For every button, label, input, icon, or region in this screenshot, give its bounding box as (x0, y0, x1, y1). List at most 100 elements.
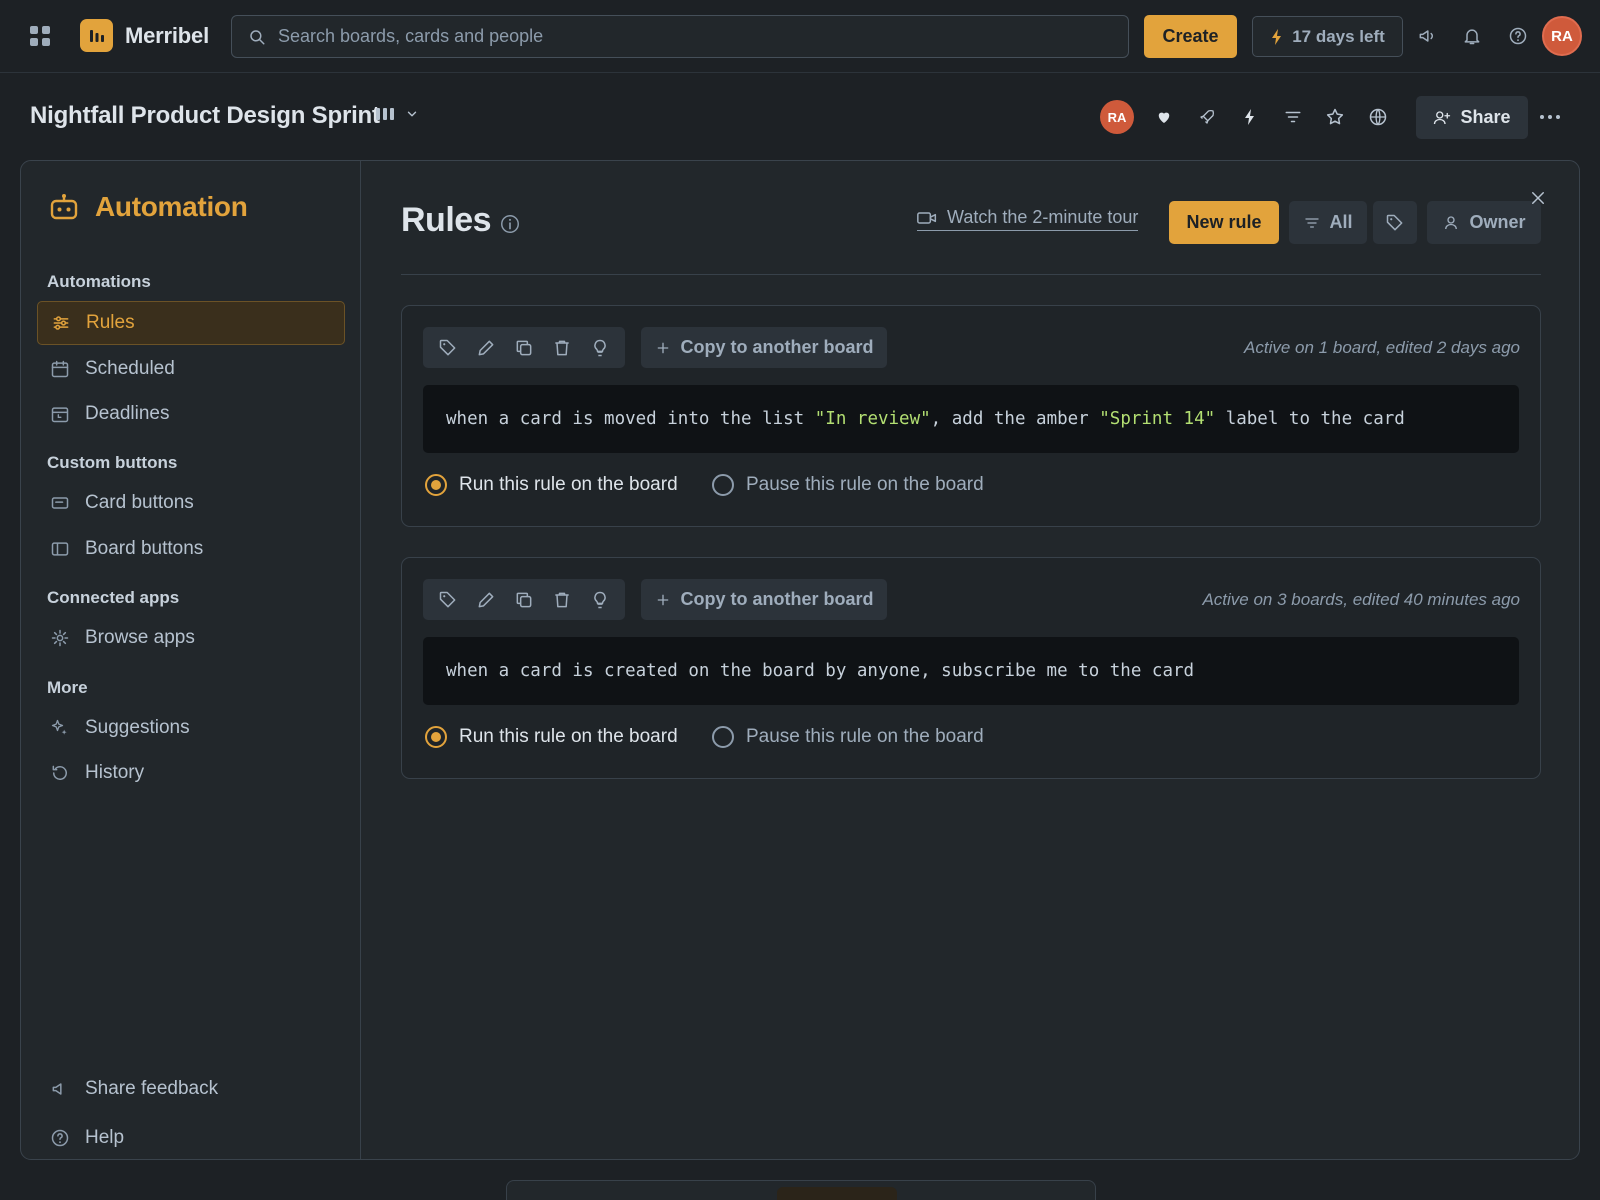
calendar-icon (49, 358, 71, 380)
divider (401, 274, 1541, 275)
run-rule-radio[interactable]: Run this rule on the board (425, 474, 678, 496)
section-custom-buttons: Custom buttons (47, 453, 178, 472)
board-title[interactable]: Nightfall Product Design Sprint (30, 102, 380, 130)
board-member-avatar[interactable]: RA (1100, 100, 1134, 134)
trial-label: 17 days left (1292, 26, 1385, 46)
help-icon[interactable] (1507, 25, 1529, 47)
tag-icon[interactable] (438, 338, 458, 358)
sidebar-item-help[interactable]: Help (37, 1116, 345, 1159)
owner-filter-button[interactable]: Owner (1427, 201, 1541, 244)
rule-meta: Active on 1 board, edited 2 days ago (1244, 338, 1520, 357)
more-icon[interactable] (1537, 106, 1563, 128)
filter-icon (1303, 215, 1321, 231)
calendar-clock-icon (49, 403, 71, 425)
rule-toolbar (423, 327, 625, 368)
tour-link[interactable]: Watch the 2-minute tour (917, 207, 1139, 231)
help-icon (49, 1127, 71, 1149)
search-icon (248, 28, 266, 46)
sidebar-item-suggestions[interactable]: Suggestions (37, 706, 345, 750)
filter-all-button[interactable]: All (1289, 201, 1367, 244)
sliders-icon (50, 312, 72, 334)
trial-button[interactable]: 17 days left (1252, 16, 1403, 57)
pause-rule-radio[interactable]: Pause this rule on the board (712, 726, 984, 748)
trash-icon[interactable] (552, 338, 572, 358)
sidebar-item-card-buttons[interactable]: Card buttons (37, 481, 345, 525)
copy-icon[interactable] (514, 338, 534, 358)
rocket-icon[interactable] (1197, 107, 1217, 127)
tag-icon (1385, 213, 1405, 233)
radio-unchecked-icon (712, 726, 734, 748)
history-icon (49, 762, 71, 784)
brand-name: Merribel (125, 22, 209, 48)
plus-icon (655, 592, 671, 608)
gear-icon (49, 627, 71, 649)
info-icon[interactable] (499, 213, 521, 235)
chevron-down-icon (405, 107, 419, 121)
section-more: More (47, 678, 88, 697)
automation-sidebar: Automation Automations Rules Scheduled D… (21, 161, 361, 1159)
automation-panel: Automation Automations Rules Scheduled D… (20, 160, 1580, 1160)
sidebar-item-board-buttons[interactable]: Board buttons (37, 527, 345, 571)
top-bar: Merribel Create 17 days left RA (0, 0, 1600, 73)
pencil-icon[interactable] (476, 338, 496, 358)
rules-main: Rules Watch the 2-minute tour New rule A… (361, 161, 1579, 1159)
sidebar-item-scheduled[interactable]: Scheduled (37, 347, 345, 391)
filter-icon[interactable] (1283, 107, 1303, 127)
add-person-icon (1433, 109, 1451, 127)
close-icon[interactable] (1527, 187, 1549, 209)
copy-to-board-button[interactable]: Copy to another board (641, 579, 887, 620)
bolt-icon (1270, 28, 1284, 46)
tag-icon[interactable] (438, 590, 458, 610)
rule-code: when a card is moved into the list "In r… (423, 385, 1519, 453)
board-icon (49, 538, 71, 560)
megaphone-icon (49, 1078, 71, 1100)
plus-icon (655, 340, 671, 356)
star-icon[interactable] (1325, 107, 1345, 127)
pause-rule-radio[interactable]: Pause this rule on the board (712, 474, 984, 496)
create-button[interactable]: Create (1144, 15, 1237, 58)
sidebar-item-history[interactable]: History (37, 751, 345, 795)
rule-card: Copy to another board Active on 3 boards… (401, 557, 1541, 779)
bottom-toolbar-stub (506, 1180, 1096, 1200)
app-switcher-icon[interactable] (28, 24, 52, 48)
brand-logo-icon (80, 19, 113, 52)
brand[interactable]: Merribel (80, 19, 209, 52)
run-rule-radio[interactable]: Run this rule on the board (425, 726, 678, 748)
search-input[interactable] (278, 26, 1098, 47)
rule-card: Copy to another board Active on 1 board,… (401, 305, 1541, 527)
automation-title: Automation (49, 191, 248, 223)
share-label: Share (1460, 107, 1511, 127)
view-switcher[interactable] (375, 106, 419, 122)
section-connected-apps: Connected apps (47, 588, 180, 607)
sidebar-item-share-feedback[interactable]: Share feedback (37, 1067, 345, 1111)
bell-icon[interactable] (1461, 25, 1483, 47)
pencil-icon[interactable] (476, 590, 496, 610)
sidebar-item-browse-apps[interactable]: Browse apps (37, 616, 345, 660)
label-filter-button[interactable] (1373, 201, 1417, 244)
share-button[interactable]: Share (1416, 96, 1528, 139)
radio-checked-icon (425, 474, 447, 496)
rule-toolbar (423, 579, 625, 620)
board-view-icon (375, 106, 395, 122)
rule-code: when a card is created on the board by a… (423, 637, 1519, 705)
copy-to-board-button[interactable]: Copy to another board (641, 327, 887, 368)
lightbulb-icon[interactable] (590, 338, 610, 358)
search-box[interactable] (231, 15, 1129, 58)
globe-icon[interactable] (1368, 107, 1388, 127)
heart-icon[interactable] (1154, 107, 1174, 127)
new-rule-button[interactable]: New rule (1169, 201, 1279, 244)
card-icon (49, 492, 71, 514)
copy-icon[interactable] (514, 590, 534, 610)
page-title: Rules (401, 201, 492, 239)
user-avatar[interactable]: RA (1542, 16, 1582, 56)
radio-unchecked-icon (712, 474, 734, 496)
megaphone-icon[interactable] (1416, 25, 1438, 47)
person-icon (1442, 214, 1460, 232)
sidebar-item-deadlines[interactable]: Deadlines (37, 392, 345, 436)
rule-meta: Active on 3 boards, edited 40 minutes ag… (1202, 590, 1520, 609)
sidebar-item-rules[interactable]: Rules (37, 301, 345, 345)
trash-icon[interactable] (552, 590, 572, 610)
lightbulb-icon[interactable] (590, 590, 610, 610)
robot-icon (49, 192, 79, 222)
automation-bolt-icon[interactable] (1240, 107, 1260, 127)
